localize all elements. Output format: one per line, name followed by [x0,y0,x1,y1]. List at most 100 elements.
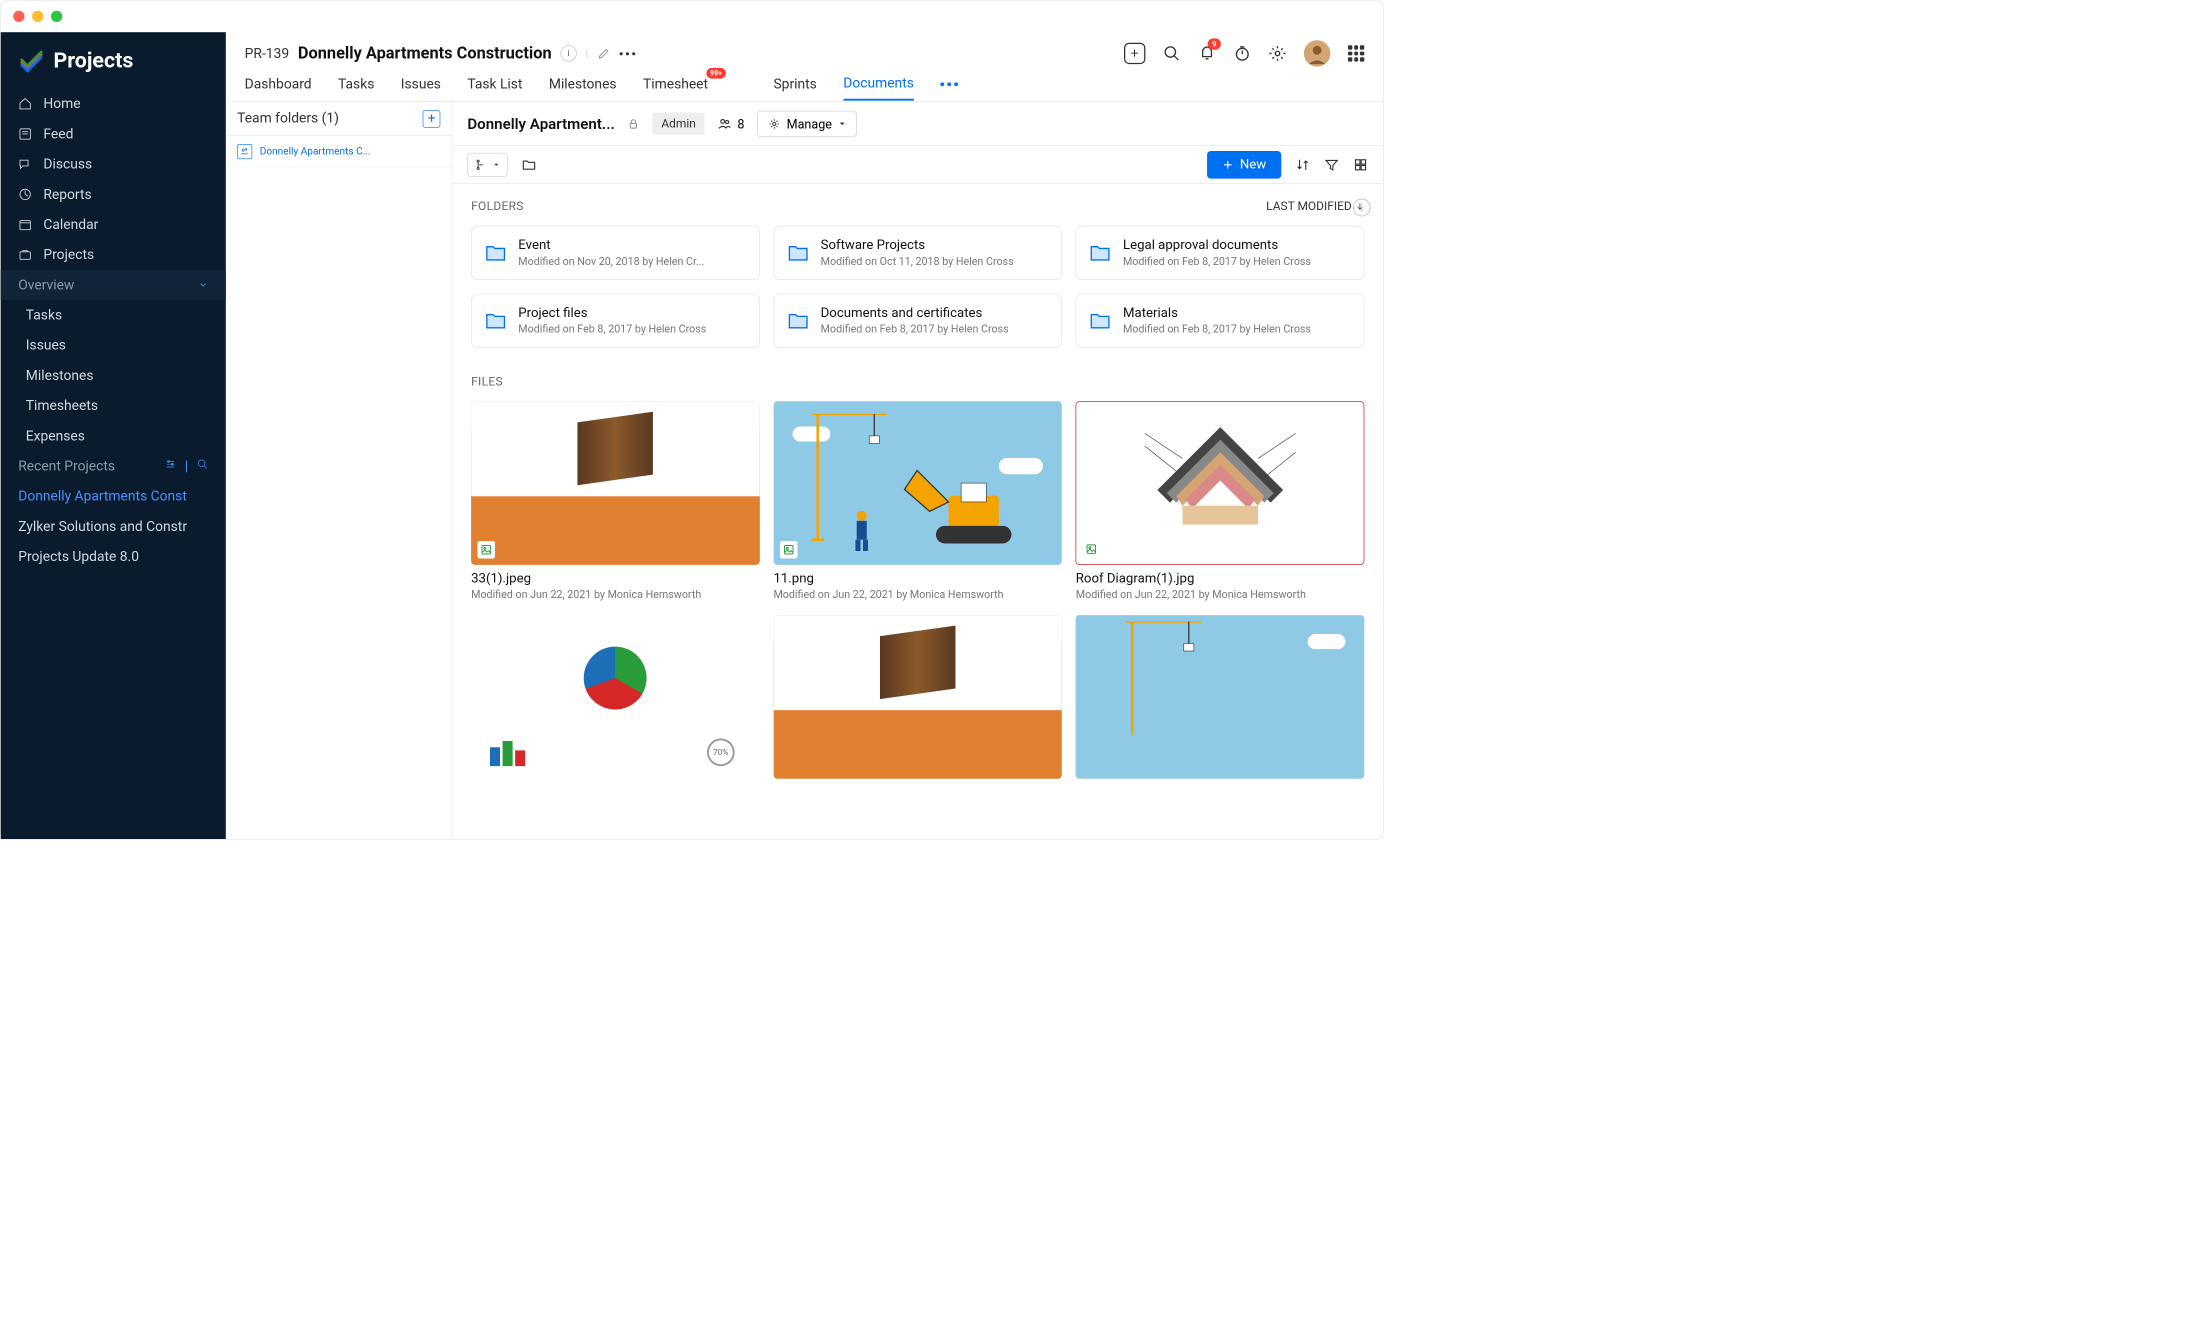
add-button[interactable]: + [1124,43,1145,64]
overview-item-timesheets[interactable]: Timesheets [1,391,226,421]
team-folder-icon [237,144,252,159]
folder-card[interactable]: Legal approval documents Modified on Feb … [1076,226,1364,280]
file-card[interactable] [1076,615,1364,779]
apps-grid-icon[interactable] [1348,45,1364,61]
sidebar-item-home[interactable]: Home [1,89,226,119]
maximize-window-button[interactable] [51,11,62,22]
file-thumbnail [471,401,759,565]
info-icon[interactable]: i [1353,199,1371,217]
overview-item-tasks[interactable]: Tasks [1,300,226,330]
sidebar-label: Calendar [43,217,98,233]
sidebar-item-reports[interactable]: Reports [1,179,226,209]
file-meta: Modified on Jun 22, 2021 by Monica Hemsw… [773,589,1062,602]
tabs: Dashboard Tasks Issues Task List Milesto… [245,67,1365,101]
stopwatch-icon[interactable] [1233,45,1251,63]
tree-view-button[interactable] [467,153,507,177]
filter-icon[interactable] [1324,157,1339,172]
image-type-icon [780,541,798,559]
file-card[interactable]: 70% [471,615,759,779]
tab-tasks[interactable]: Tasks [338,69,374,100]
folder-name: Legal approval documents [1123,238,1351,253]
folder-card[interactable]: Documents and certificatesModified on Fe… [773,294,1062,348]
document-area-title: Donnelly Apartment... [467,115,614,133]
more-tabs-icon[interactable] [940,82,958,86]
user-avatar[interactable] [1304,40,1330,66]
sidebar-label: Feed [43,126,73,142]
project-title: Donnelly Apartments Construction [298,44,552,63]
file-card[interactable] [773,615,1062,779]
notifications-button[interactable]: 9 [1198,43,1216,63]
grid-view-icon[interactable] [1353,157,1368,172]
file-card[interactable]: Roof Diagram(1).jpg Modified on Jun 22, … [1076,401,1364,601]
close-window-button[interactable] [13,11,24,22]
recent-project-update[interactable]: Projects Update 8.0 [1,542,226,572]
file-thumbnail [1076,615,1364,779]
sort-toggle-icon[interactable] [1295,157,1310,172]
overview-item-milestones[interactable]: Milestones [1,360,226,390]
recent-project-zylker[interactable]: Zylker Solutions and Constr [1,511,226,541]
tab-tasklist[interactable]: Task List [467,69,522,100]
sidebar-label: Home [43,96,80,112]
image-type-icon [1083,540,1101,558]
recent-projects-header: Recent Projects | [1,451,226,481]
gear-icon[interactable] [1269,45,1287,63]
sidebar-item-projects[interactable]: Projects [1,240,226,270]
folder-icon[interactable] [521,157,536,172]
tab-sprints[interactable]: Sprints [773,69,816,100]
manage-button[interactable]: Manage [757,110,856,136]
folder-name: Software Projects [821,238,1049,253]
folder-card[interactable]: Project filesModified on Feb 8, 2017 by … [471,294,759,348]
sort-dropdown[interactable]: LAST MODIFIED [1266,199,1364,213]
files-section-label: FILES [471,374,503,388]
recent-project-donnelly[interactable]: Donnelly Apartments Const [1,481,226,511]
member-count[interactable]: 8 [717,116,744,131]
sidebar-item-discuss[interactable]: Discuss [1,149,226,179]
minimize-window-button[interactable] [32,11,43,22]
app-logo[interactable]: Projects [1,32,226,89]
folder-card[interactable]: MaterialsModified on Feb 8, 2017 by Hele… [1076,294,1364,348]
folder-card[interactable]: EventModified on Nov 20, 2018 by Helen C… [471,226,759,280]
folder-icon [787,244,810,262]
new-button[interactable]: New [1207,151,1281,179]
sidebar-item-feed[interactable]: Feed [1,119,226,149]
sidebar-label: Projects [43,247,94,263]
edit-icon[interactable] [597,47,611,61]
overview-item-issues[interactable]: Issues [1,330,226,360]
search-icon[interactable] [1163,45,1181,63]
app-name: Projects [53,48,133,73]
file-card[interactable]: 11.png Modified on Jun 22, 2021 by Monic… [773,401,1062,601]
tab-milestones[interactable]: Milestones [549,69,617,100]
overview-item-expenses[interactable]: Expenses [1,421,226,451]
folder-meta: Modified on Feb 8, 2017 by Helen Cross [1123,255,1351,268]
folder-name: Documents and certificates [821,306,1049,321]
more-menu-icon[interactable] [619,52,635,55]
overview-section-header[interactable]: Overview [1,270,226,300]
sliders-icon[interactable] [165,458,176,469]
team-folder-item[interactable]: Donnelly Apartments C... [226,136,452,167]
team-folders-panel: Team folders (1) + Donnelly Apartments C… [226,102,452,839]
folders-section-label: FOLDERS [471,199,524,213]
chevron-down-icon [198,280,208,290]
folder-name: Materials [1123,306,1351,321]
tab-dashboard[interactable]: Dashboard [245,69,312,100]
folder-icon [787,312,810,330]
notification-badge: 9 [1208,38,1221,49]
tab-documents[interactable]: Documents [843,68,914,101]
file-name: Roof Diagram(1).jpg [1076,571,1364,586]
folder-name: Project files [518,306,746,321]
tab-timesheet[interactable]: Timesheet99+ [643,69,708,100]
search-icon[interactable] [197,458,208,469]
info-icon[interactable]: i [560,45,576,61]
sidebar-label: Discuss [43,156,92,172]
add-team-folder-button[interactable]: + [423,110,441,128]
sidebar-item-calendar[interactable]: Calendar [1,209,226,239]
tab-issues[interactable]: Issues [401,69,441,100]
folder-card[interactable]: Software ProjectsModified on Oct 11, 201… [773,226,1062,280]
file-meta: Modified on Jun 22, 2021 by Monica Hemsw… [1076,589,1364,602]
admin-badge: Admin [653,113,705,135]
file-card[interactable]: 33(1).jpeg Modified on Jun 22, 2021 by M… [471,401,759,601]
members-icon [717,116,732,131]
window-titlebar [1,1,1384,32]
folder-name: Event [518,238,746,253]
team-folder-name: Donnelly Apartments C... [260,145,371,157]
